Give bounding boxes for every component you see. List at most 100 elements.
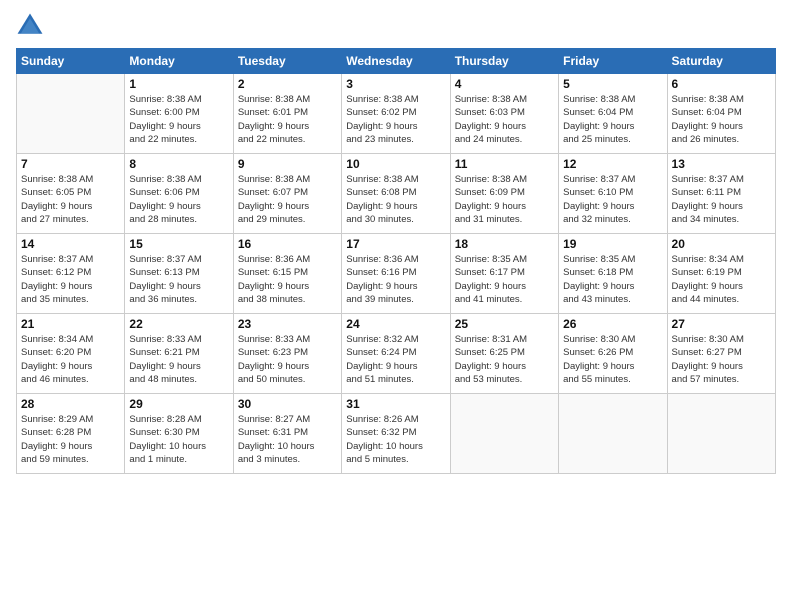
- day-info: Sunrise: 8:38 AMSunset: 6:04 PMDaylight:…: [672, 93, 771, 146]
- calendar-cell: 17 Sunrise: 8:36 AMSunset: 6:16 PMDayligh…: [342, 234, 450, 314]
- day-info: Sunrise: 8:31 AMSunset: 6:25 PMDaylight:…: [455, 333, 554, 386]
- day-number: 25: [455, 317, 554, 331]
- calendar-cell: 20 Sunrise: 8:34 AMSunset: 6:19 PMDayligh…: [667, 234, 775, 314]
- day-info: Sunrise: 8:28 AMSunset: 6:30 PMDaylight:…: [129, 413, 228, 466]
- day-number: 12: [563, 157, 662, 171]
- day-number: 20: [672, 237, 771, 251]
- calendar-week-row: 14 Sunrise: 8:37 AMSunset: 6:12 PMDayligh…: [17, 234, 776, 314]
- day-number: 26: [563, 317, 662, 331]
- day-number: 11: [455, 157, 554, 171]
- day-info: Sunrise: 8:37 AMSunset: 6:12 PMDaylight:…: [21, 253, 120, 306]
- calendar-header-sunday: Sunday: [17, 49, 125, 74]
- day-number: 13: [672, 157, 771, 171]
- day-info: Sunrise: 8:33 AMSunset: 6:23 PMDaylight:…: [238, 333, 337, 386]
- day-info: Sunrise: 8:37 AMSunset: 6:13 PMDaylight:…: [129, 253, 228, 306]
- day-info: Sunrise: 8:29 AMSunset: 6:28 PMDaylight:…: [21, 413, 120, 466]
- day-number: 2: [238, 77, 337, 91]
- calendar-cell: 12 Sunrise: 8:37 AMSunset: 6:10 PMDayligh…: [559, 154, 667, 234]
- logo: [16, 12, 48, 40]
- day-info: Sunrise: 8:35 AMSunset: 6:18 PMDaylight:…: [563, 253, 662, 306]
- day-info: Sunrise: 8:26 AMSunset: 6:32 PMDaylight:…: [346, 413, 445, 466]
- calendar-cell: 10 Sunrise: 8:38 AMSunset: 6:08 PMDayligh…: [342, 154, 450, 234]
- calendar-cell: 31 Sunrise: 8:26 AMSunset: 6:32 PMDayligh…: [342, 394, 450, 474]
- day-info: Sunrise: 8:38 AMSunset: 6:06 PMDaylight:…: [129, 173, 228, 226]
- day-info: Sunrise: 8:38 AMSunset: 6:01 PMDaylight:…: [238, 93, 337, 146]
- calendar-header-thursday: Thursday: [450, 49, 558, 74]
- day-number: 17: [346, 237, 445, 251]
- day-info: Sunrise: 8:30 AMSunset: 6:26 PMDaylight:…: [563, 333, 662, 386]
- calendar-week-row: 28Sunrise: 8:29 AMSunset: 6:28 PMDayligh…: [17, 394, 776, 474]
- day-info: Sunrise: 8:38 AMSunset: 6:08 PMDaylight:…: [346, 173, 445, 226]
- day-number: 22: [129, 317, 228, 331]
- calendar-table: SundayMondayTuesdayWednesdayThursdayFrid…: [16, 48, 776, 474]
- calendar-cell: 24 Sunrise: 8:32 AMSunset: 6:24 PMDayligh…: [342, 314, 450, 394]
- calendar-header-friday: Friday: [559, 49, 667, 74]
- calendar-cell: 16Sunrise: 8:36 AMSunset: 6:15 PMDayligh…: [233, 234, 341, 314]
- day-info: Sunrise: 8:38 AMSunset: 6:04 PMDaylight:…: [563, 93, 662, 146]
- calendar-week-row: 7Sunrise: 8:38 AMSunset: 6:05 PMDaylight…: [17, 154, 776, 234]
- day-number: 14: [21, 237, 120, 251]
- calendar-header-saturday: Saturday: [667, 49, 775, 74]
- day-number: 1: [129, 77, 228, 91]
- day-number: 6: [672, 77, 771, 91]
- calendar-cell: 5 Sunrise: 8:38 AMSunset: 6:04 PMDaylight…: [559, 74, 667, 154]
- calendar-cell: 3 Sunrise: 8:38 AMSunset: 6:02 PMDaylight…: [342, 74, 450, 154]
- calendar-cell: 11Sunrise: 8:38 AMSunset: 6:09 PMDayligh…: [450, 154, 558, 234]
- calendar-cell: 15Sunrise: 8:37 AMSunset: 6:13 PMDayligh…: [125, 234, 233, 314]
- day-info: Sunrise: 8:27 AMSunset: 6:31 PMDaylight:…: [238, 413, 337, 466]
- calendar-cell: 4 Sunrise: 8:38 AMSunset: 6:03 PMDaylight…: [450, 74, 558, 154]
- day-info: Sunrise: 8:34 AMSunset: 6:20 PMDaylight:…: [21, 333, 120, 386]
- calendar-header-tuesday: Tuesday: [233, 49, 341, 74]
- day-number: 8: [129, 157, 228, 171]
- calendar-cell: 27Sunrise: 8:30 AMSunset: 6:27 PMDayligh…: [667, 314, 775, 394]
- header: [16, 12, 776, 40]
- calendar-cell: [667, 394, 775, 474]
- logo-icon: [16, 12, 44, 40]
- day-info: Sunrise: 8:34 AMSunset: 6:19 PMDaylight:…: [672, 253, 771, 306]
- day-number: 24: [346, 317, 445, 331]
- day-info: Sunrise: 8:32 AMSunset: 6:24 PMDaylight:…: [346, 333, 445, 386]
- day-info: Sunrise: 8:37 AMSunset: 6:11 PMDaylight:…: [672, 173, 771, 226]
- day-number: 3: [346, 77, 445, 91]
- day-info: Sunrise: 8:36 AMSunset: 6:16 PMDaylight:…: [346, 253, 445, 306]
- calendar-cell: [559, 394, 667, 474]
- day-info: Sunrise: 8:33 AMSunset: 6:21 PMDaylight:…: [129, 333, 228, 386]
- calendar-cell: 21 Sunrise: 8:34 AMSunset: 6:20 PMDayligh…: [17, 314, 125, 394]
- day-info: Sunrise: 8:38 AMSunset: 6:07 PMDaylight:…: [238, 173, 337, 226]
- day-number: 16: [238, 237, 337, 251]
- calendar-cell: 30 Sunrise: 8:27 AMSunset: 6:31 PMDayligh…: [233, 394, 341, 474]
- day-number: 21: [21, 317, 120, 331]
- calendar-cell: 6 Sunrise: 8:38 AMSunset: 6:04 PMDaylight…: [667, 74, 775, 154]
- page: SundayMondayTuesdayWednesdayThursdayFrid…: [0, 0, 792, 612]
- day-number: 30: [238, 397, 337, 411]
- calendar-cell: 19 Sunrise: 8:35 AMSunset: 6:18 PMDayligh…: [559, 234, 667, 314]
- day-number: 5: [563, 77, 662, 91]
- calendar-cell: 2 Sunrise: 8:38 AMSunset: 6:01 PMDaylight…: [233, 74, 341, 154]
- day-number: 27: [672, 317, 771, 331]
- day-info: Sunrise: 8:35 AMSunset: 6:17 PMDaylight:…: [455, 253, 554, 306]
- day-number: 7: [21, 157, 120, 171]
- calendar-cell: 13 Sunrise: 8:37 AMSunset: 6:11 PMDayligh…: [667, 154, 775, 234]
- calendar-cell: 22 Sunrise: 8:33 AMSunset: 6:21 PMDayligh…: [125, 314, 233, 394]
- calendar-cell: 1Sunrise: 8:38 AMSunset: 6:00 PMDaylight…: [125, 74, 233, 154]
- calendar-cell: 8 Sunrise: 8:38 AMSunset: 6:06 PMDaylight…: [125, 154, 233, 234]
- calendar-cell: 26 Sunrise: 8:30 AMSunset: 6:26 PMDayligh…: [559, 314, 667, 394]
- day-info: Sunrise: 8:38 AMSunset: 6:02 PMDaylight:…: [346, 93, 445, 146]
- calendar-cell: 18 Sunrise: 8:35 AMSunset: 6:17 PMDayligh…: [450, 234, 558, 314]
- calendar-cell: [17, 74, 125, 154]
- day-number: 31: [346, 397, 445, 411]
- calendar-cell: 9Sunrise: 8:38 AMSunset: 6:07 PMDaylight…: [233, 154, 341, 234]
- calendar-cell: [450, 394, 558, 474]
- day-number: 19: [563, 237, 662, 251]
- calendar-cell: 14 Sunrise: 8:37 AMSunset: 6:12 PMDayligh…: [17, 234, 125, 314]
- day-number: 18: [455, 237, 554, 251]
- day-info: Sunrise: 8:37 AMSunset: 6:10 PMDaylight:…: [563, 173, 662, 226]
- calendar-header-wednesday: Wednesday: [342, 49, 450, 74]
- day-number: 29: [129, 397, 228, 411]
- day-number: 4: [455, 77, 554, 91]
- calendar-cell: 7Sunrise: 8:38 AMSunset: 6:05 PMDaylight…: [17, 154, 125, 234]
- calendar-header-row: SundayMondayTuesdayWednesdayThursdayFrid…: [17, 49, 776, 74]
- calendar-cell: 23Sunrise: 8:33 AMSunset: 6:23 PMDayligh…: [233, 314, 341, 394]
- day-info: Sunrise: 8:38 AMSunset: 6:03 PMDaylight:…: [455, 93, 554, 146]
- day-number: 10: [346, 157, 445, 171]
